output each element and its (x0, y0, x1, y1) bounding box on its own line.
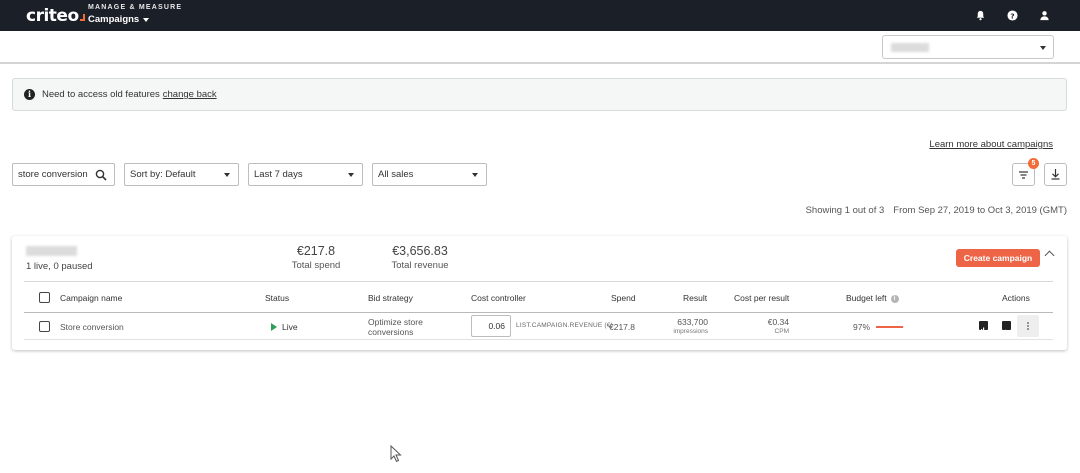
nav-title: Campaigns (88, 14, 140, 25)
account-select[interactable] (882, 35, 1054, 59)
filter-button[interactable]: 5 (1012, 158, 1039, 186)
spend-value: €217.8 (609, 322, 635, 332)
cost-controller-input[interactable]: 0.06 (471, 315, 511, 337)
info-banner: i Need to access old features change bac… (12, 78, 1067, 111)
sales-value: All sales (378, 169, 414, 180)
bid-strategy: Optimize store conversions (368, 317, 423, 337)
budget-left-cell: 97% (853, 322, 905, 332)
learn-more-link[interactable]: Learn more about campaigns (929, 139, 1053, 150)
advertiser-name-redacted (26, 246, 77, 256)
sort-select[interactable]: Sort by: Default (124, 163, 239, 186)
info-icon[interactable]: i (890, 294, 899, 303)
info-icon: i (24, 89, 35, 100)
sort-value: Sort by: Default (130, 169, 196, 180)
chevron-down-icon (348, 173, 354, 177)
total-revenue-value: €3,656.83 (392, 244, 448, 258)
total-spend-metric: €217.8 Total spend (278, 244, 354, 271)
date-range-summary: From Sep 27, 2019 to Oct 3, 2019 (GMT) (893, 205, 1067, 216)
col-status[interactable]: Status (265, 293, 289, 303)
date-range-value: Last 7 days (254, 169, 303, 180)
campaign-status: Live (271, 322, 298, 332)
image-icon[interactable] (1002, 321, 1011, 332)
criteo-logo[interactable]: criteo (26, 6, 85, 26)
chevron-down-icon (224, 173, 230, 177)
result-cell: 633,700 impressions (656, 318, 708, 336)
total-spend-label: Total spend (291, 260, 341, 271)
cost-per-result-cell: €0.34 CPM (739, 318, 789, 336)
table-row[interactable]: Store conversion Live Optimize store con… (24, 313, 1053, 340)
chevron-up-icon[interactable] (1044, 250, 1055, 261)
sales-select[interactable]: All sales (372, 163, 487, 186)
svg-text:?: ? (1010, 11, 1014, 20)
user-icon[interactable] (1039, 8, 1050, 21)
more-dot (1027, 325, 1029, 327)
date-range-select[interactable]: Last 7 days (248, 163, 363, 186)
total-spend-value: €217.8 (296, 244, 336, 258)
search-value: store conversion (18, 169, 88, 180)
download-icon (1051, 169, 1060, 180)
advertiser-card: 1 live, 0 paused €217.8 Total spend €3,6… (12, 236, 1067, 350)
report-icon[interactable] (979, 321, 988, 332)
col-campaign-name[interactable]: Campaign name (60, 293, 122, 303)
col-budget-left-label: Budget left (846, 293, 887, 303)
col-bid-strategy[interactable]: Bid strategy (368, 293, 413, 303)
col-actions: Actions (1002, 293, 1030, 303)
campaign-status-summary: 1 live, 0 paused (26, 261, 93, 272)
campaign-table-header: Campaign name Status Bid strategy Cost c… (24, 281, 1053, 313)
budget-left-value: 97% (853, 322, 871, 332)
results-summary: Showing 1 out of 3 From Sep 27, 2019 to O… (806, 205, 1067, 216)
col-cost-controller[interactable]: Cost controller (471, 293, 526, 303)
filter-count-badge: 5 (1028, 158, 1039, 169)
col-budget-left[interactable]: Budget left i (846, 293, 899, 303)
account-bar (0, 31, 1080, 64)
total-revenue-metric: €3,656.83 Total revenue (375, 244, 465, 271)
play-icon (271, 323, 277, 331)
chevron-down-icon (143, 17, 150, 22)
results-count: Showing 1 out of 3 (805, 205, 885, 216)
campaign-name[interactable]: Store conversion (60, 322, 124, 332)
cost-controller-label: LIST.CAMPAIGN.REVENUE (€) (516, 322, 613, 329)
col-spend[interactable]: Spend (611, 293, 636, 303)
select-all-checkbox[interactable] (39, 292, 50, 303)
bell-icon[interactable] (975, 8, 986, 21)
more-options-button[interactable] (1017, 315, 1039, 337)
campaigns-nav-dropdown[interactable]: Campaigns (88, 14, 150, 25)
account-name-redacted (891, 43, 929, 52)
total-revenue-label: Total revenue (391, 260, 449, 271)
search-icon[interactable] (95, 169, 107, 181)
result-value: 633,700 (677, 317, 708, 327)
section-label: MANAGE & MEASURE (88, 4, 183, 11)
chevron-down-icon (472, 173, 478, 177)
create-campaign-button[interactable]: Create campaign (956, 249, 1040, 267)
change-back-link[interactable]: change back (163, 89, 217, 100)
banner-text: Need to access old features (42, 89, 160, 100)
campaign-status-text: Live (282, 322, 298, 332)
help-icon[interactable]: ? (1007, 8, 1018, 21)
search-input[interactable]: store conversion (12, 163, 115, 186)
more-dot (1027, 322, 1029, 324)
mouse-cursor-icon (390, 445, 402, 463)
result-unit: impressions (673, 328, 708, 335)
cpr-value: €0.34 (767, 317, 789, 327)
cpr-unit: CPM (774, 328, 789, 335)
top-nav-bar: criteo MANAGE & MEASURE Campaigns ? (0, 0, 1080, 31)
budget-progress-fill (876, 326, 904, 328)
row-checkbox[interactable] (39, 321, 50, 332)
col-cost-per-result[interactable]: Cost per result (734, 293, 789, 303)
download-button[interactable] (1044, 163, 1067, 186)
chevron-down-icon (1040, 46, 1046, 50)
col-result[interactable]: Result (683, 293, 707, 303)
budget-progress-bar (876, 326, 905, 328)
more-dot (1027, 328, 1029, 330)
filter-bar: store conversion Sort by: Default Last 7… (12, 163, 487, 186)
